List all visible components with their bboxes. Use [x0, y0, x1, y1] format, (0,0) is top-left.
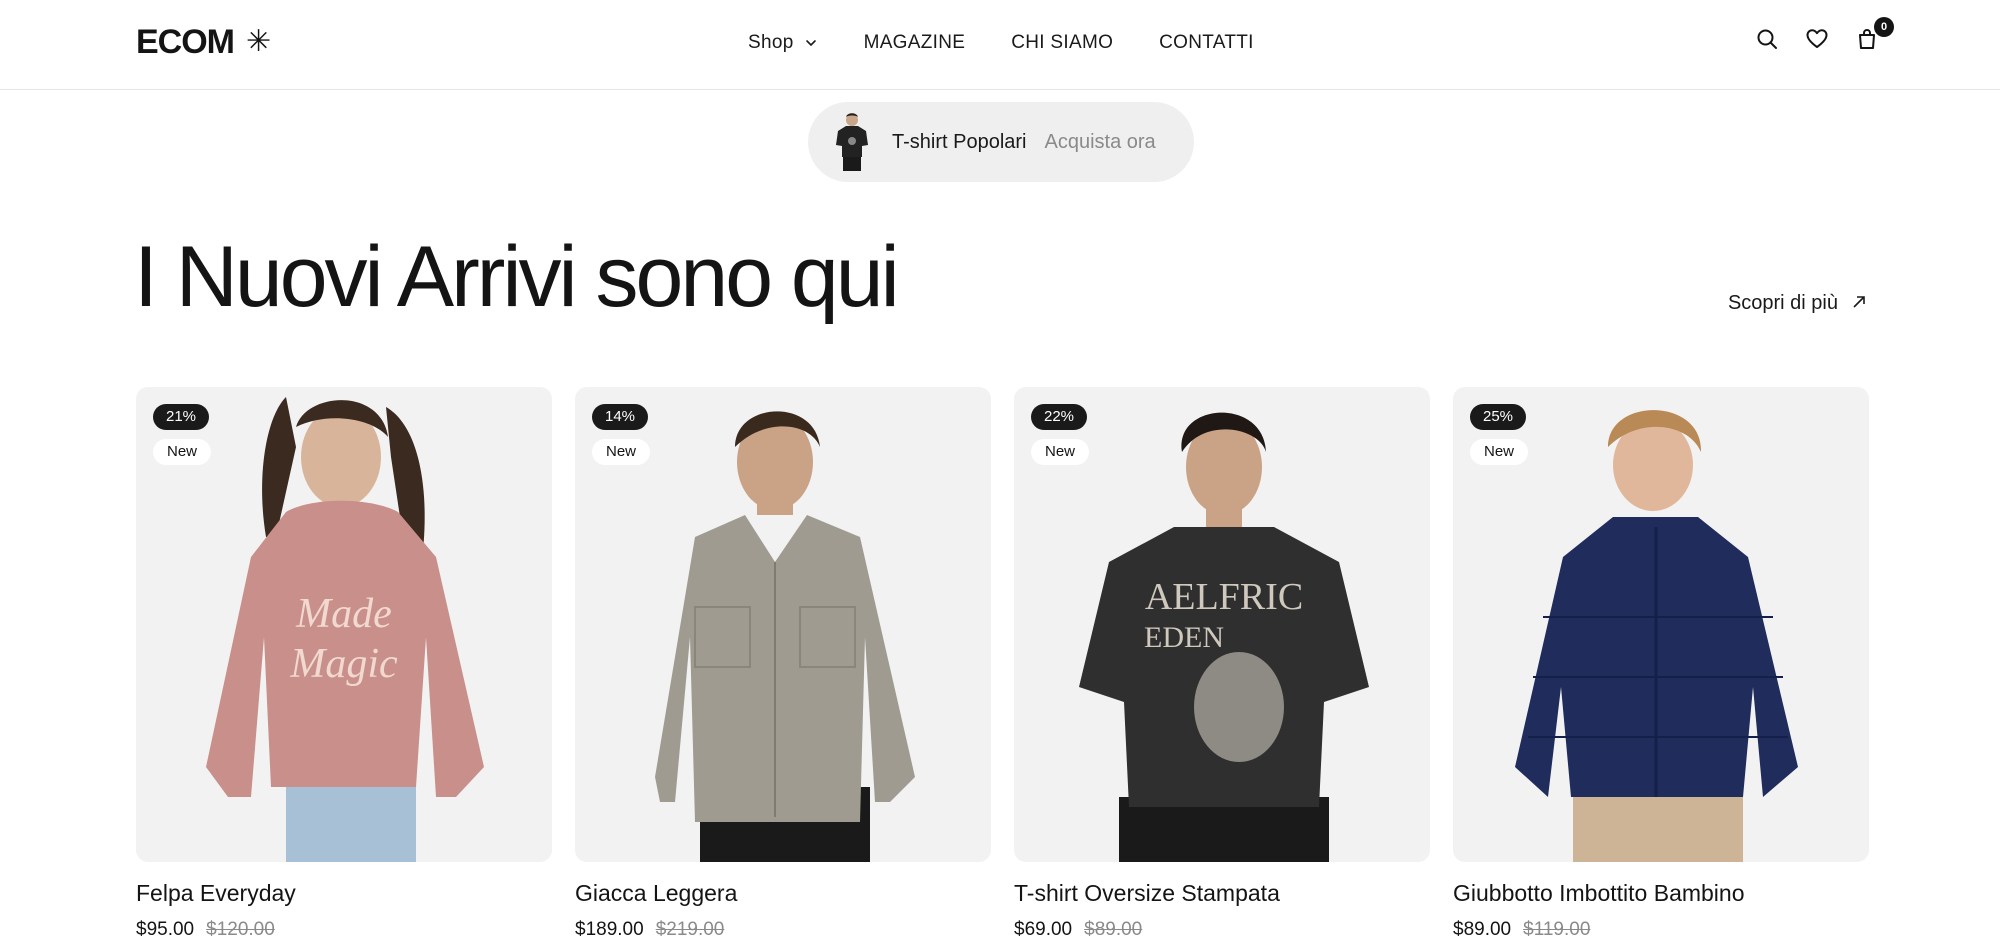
product-image[interactable]: 14% New — [575, 387, 991, 862]
product-grid: Made Magic 21% New Felpa Everyday $95.00… — [136, 387, 1869, 941]
page-title: I Nuovi Arrivi sono qui — [134, 229, 900, 325]
product-old-price: $219.00 — [655, 919, 725, 940]
product-price: $89.00 — [1453, 919, 1512, 940]
shopping-bag-icon[interactable]: 0 — [1854, 17, 1894, 52]
product-old-price: $119.00 — [1523, 919, 1591, 940]
discount-badge: 14% — [592, 404, 649, 430]
chevron-down-icon — [804, 36, 818, 50]
discount-badge: 22% — [1031, 404, 1088, 430]
nav-shop[interactable]: Shop — [748, 32, 818, 54]
logo-asterisk-icon: ✳ — [246, 25, 272, 58]
product-card: AELFRIC EDEN 22% New T-shirt Oversize St… — [1014, 387, 1430, 941]
nav-contatti-label: CONTATTI — [1159, 32, 1254, 53]
discover-more-link[interactable]: Scopri di più — [1728, 292, 1866, 315]
product-prices: $95.00 $120.00 — [136, 919, 552, 941]
search-icon[interactable] — [1754, 26, 1780, 52]
logo-text: ECOM — [136, 22, 235, 61]
product-name[interactable]: T-shirt Oversize Stampata — [1014, 880, 1430, 907]
promo-thumbnail — [828, 110, 876, 174]
product-prices: $189.00 $219.00 — [575, 919, 991, 941]
new-badge: New — [1470, 439, 1529, 465]
arrow-up-right-icon — [1852, 292, 1866, 315]
discount-badge: 21% — [153, 404, 210, 430]
promo-cta-link[interactable]: Acquista ora — [1045, 131, 1156, 154]
product-image[interactable]: Made Magic 21% New — [136, 387, 552, 862]
new-badge: New — [153, 439, 212, 465]
svg-text:AELFRIC: AELFRIC — [1145, 576, 1303, 618]
logo[interactable]: ECOM ✳ — [136, 22, 271, 62]
new-badge: New — [1031, 439, 1090, 465]
discount-badge: 25% — [1470, 404, 1527, 430]
new-badge: New — [592, 439, 651, 465]
nav-magazine[interactable]: MAGAZINE — [864, 32, 966, 54]
nav-contatti[interactable]: CONTATTI — [1159, 32, 1254, 54]
nav-magazine-label: MAGAZINE — [863, 32, 966, 53]
product-card: 25% New Giubbotto Imbottito Bambino $89.… — [1453, 387, 1869, 941]
product-price: $95.00 — [136, 919, 195, 940]
cart-count-badge: 0 — [1874, 17, 1894, 37]
main-nav: Shop MAGAZINE CHI SIAMO CONTATTI — [748, 28, 1254, 58]
product-price: $189.00 — [575, 919, 644, 940]
product-image[interactable]: AELFRIC EDEN 22% New — [1014, 387, 1430, 862]
product-name[interactable]: Felpa Everyday — [136, 880, 552, 907]
product-card: Made Magic 21% New Felpa Everyday $95.00… — [136, 387, 552, 941]
product-old-price: $120.00 — [206, 919, 275, 940]
svg-text:Magic: Magic — [289, 641, 398, 687]
nav-shop-label: Shop — [748, 32, 794, 53]
product-prices: $69.00 $89.00 — [1014, 919, 1430, 941]
nav-chi-siamo-label: CHI SIAMO — [1011, 32, 1114, 53]
promo-title: T-shirt Popolari — [892, 130, 1027, 153]
site-header: ECOM ✳ Shop MAGAZINE CHI SIAMO CONTATTI … — [0, 0, 2000, 90]
heart-icon[interactable] — [1804, 26, 1830, 52]
svg-text:EDEN: EDEN — [1144, 621, 1224, 654]
discover-more-label: Scopri di più — [1727, 292, 1838, 314]
product-old-price: $89.00 — [1084, 919, 1143, 940]
header-actions: 0 — [1754, 17, 1894, 52]
svg-text:Made: Made — [295, 591, 392, 637]
product-card: 14% New Giacca Leggera $189.00 $219.00 — [575, 387, 991, 941]
product-name[interactable]: Giacca Leggera — [575, 880, 991, 907]
product-prices: $89.00 $119.00 — [1453, 919, 1869, 941]
nav-chi-siamo[interactable]: CHI SIAMO — [1011, 32, 1113, 54]
product-name[interactable]: Giubbotto Imbottito Bambino — [1453, 880, 1869, 907]
product-image[interactable]: 25% New — [1453, 387, 1869, 862]
promo-pill[interactable]: T-shirt Popolari Acquista ora — [808, 102, 1194, 182]
product-price: $69.00 — [1014, 919, 1073, 940]
